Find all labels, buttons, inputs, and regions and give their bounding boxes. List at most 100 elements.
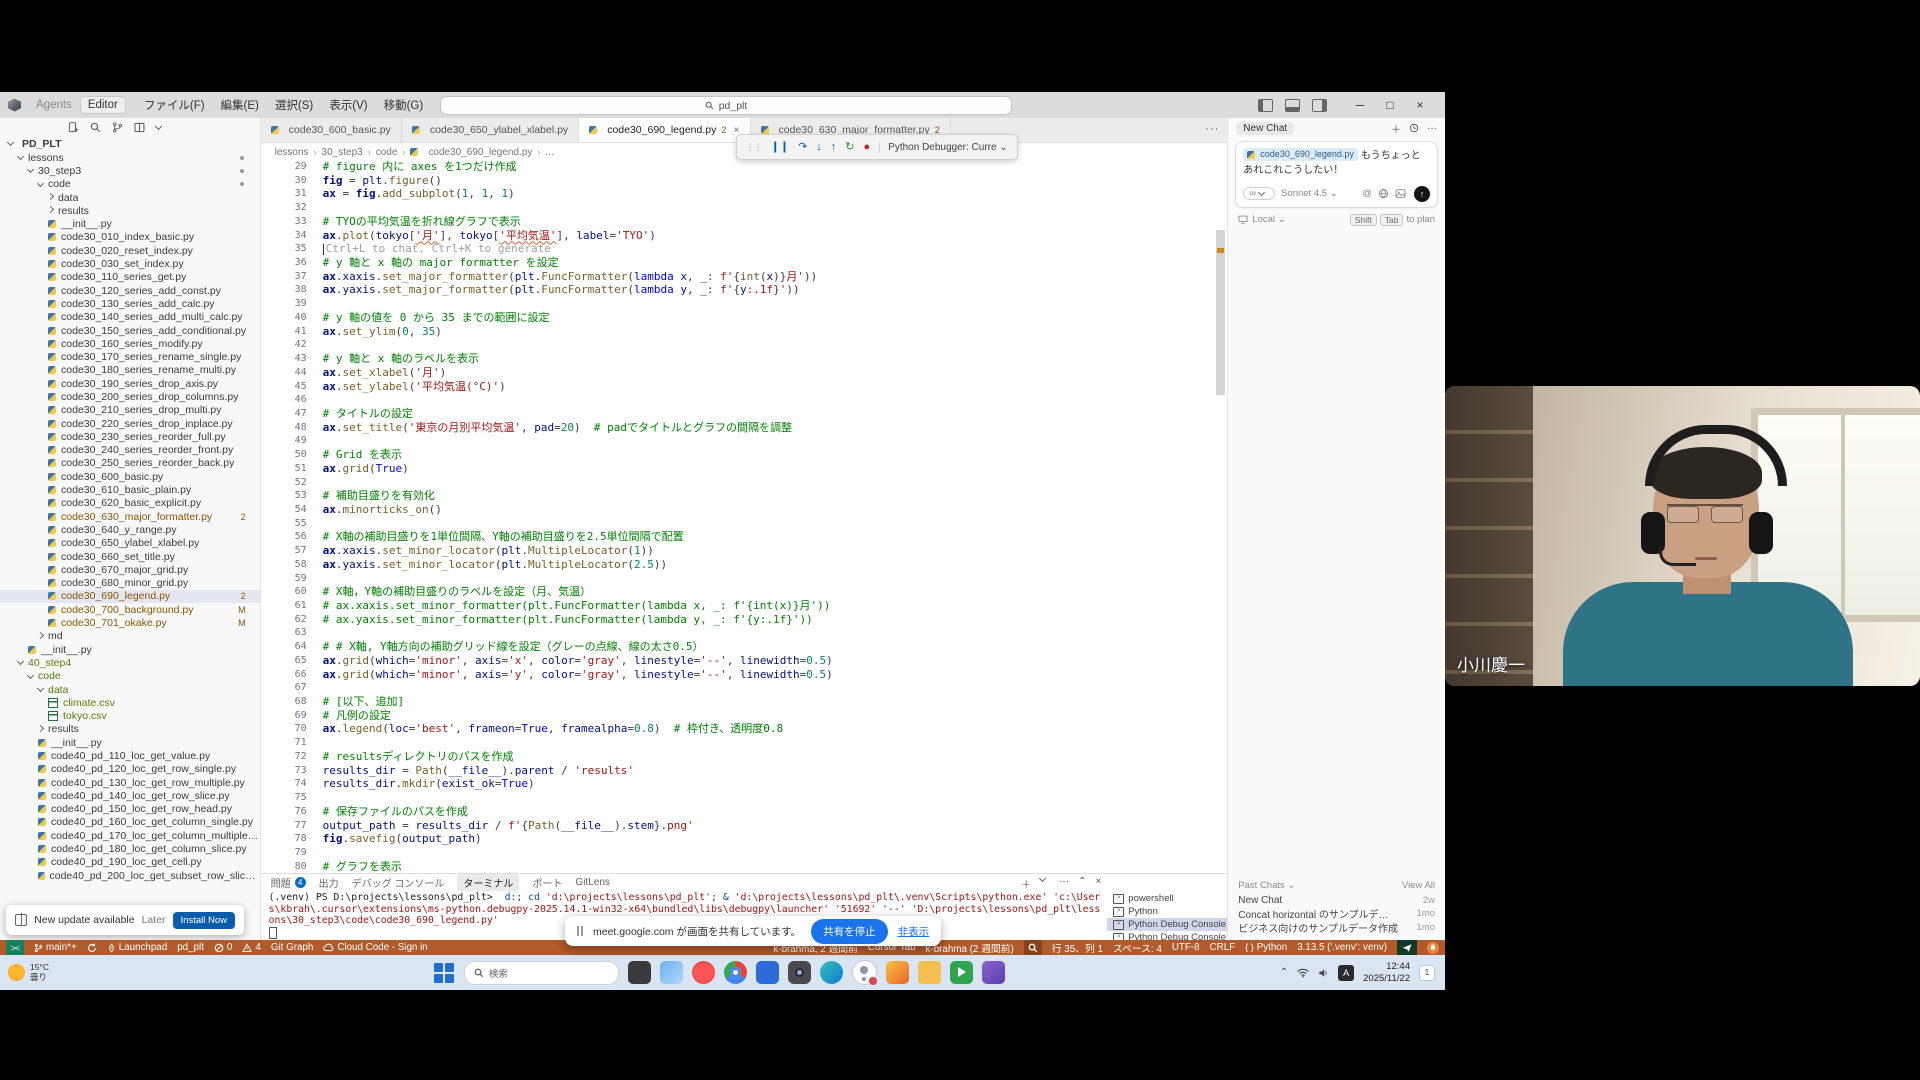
camera-icon[interactable] (788, 961, 811, 984)
menu-編集(E)[interactable]: 編集(E) (214, 95, 266, 115)
editor-tab[interactable]: code30_690_legend.py2× (579, 118, 750, 142)
taskbar-weather-widget[interactable]: 15°C曇り (0, 963, 158, 983)
code-line[interactable]: 56# X軸の補助目盛りを1単位間隔、Y軸の補助目盛りを2.5単位間隔で配置 (261, 530, 1228, 544)
tray-expand-icon[interactable]: ⌃ (1280, 967, 1288, 978)
explorer-item[interactable]: code30_120_series_add_const.py (0, 284, 260, 297)
explorer-item[interactable]: data (0, 683, 260, 696)
code-line[interactable]: 34ax.plot(tokyo['月'], tokyo['平均気温'], lab… (261, 229, 1228, 243)
explorer-item[interactable]: __init__.py (0, 643, 260, 656)
panel-tab-ターミナル[interactable]: ターミナル (457, 874, 519, 891)
agent-mode-dropdown[interactable]: ∞ (1243, 187, 1275, 200)
code-line[interactable]: 31ax = fig.add_subplot(1, 1, 1) (261, 187, 1228, 201)
braces-icon[interactable]: { }Python (1245, 942, 1287, 953)
code-line[interactable]: 70ax.legend(loc='best', frameon=True, fr… (261, 722, 1228, 736)
explorer-item[interactable]: code30_690_legend.py2 (0, 590, 260, 603)
code-line[interactable]: 42 (261, 338, 1228, 352)
panel-tab-出力[interactable]: 出力 (319, 875, 339, 890)
paint-icon[interactable] (886, 961, 909, 984)
drag-handle-icon[interactable]: ⋮⋮ (746, 142, 762, 153)
taskbar-search-input[interactable]: 検索 (464, 961, 619, 985)
explorer-item[interactable]: code (0, 178, 260, 191)
volume-icon[interactable] (1318, 968, 1329, 978)
scrollbar-thumb[interactable] (1216, 230, 1225, 395)
wifi-icon[interactable] (1297, 968, 1309, 978)
close-button[interactable]: × (1405, 98, 1435, 112)
code-line[interactable]: 63 (261, 626, 1228, 640)
explorer-item[interactable]: code30_600_basic.py (0, 470, 260, 483)
notification-count[interactable]: 1 (1419, 965, 1435, 981)
code-line[interactable]: 73results_dir = Path(__file__).parent / … (261, 764, 1228, 778)
panel-tab-問題[interactable]: 問題4 (271, 875, 306, 890)
ime-indicator[interactable]: A (1338, 965, 1354, 981)
toggle-panel-icon[interactable] (1285, 99, 1300, 112)
code-line[interactable]: 46 (261, 393, 1228, 407)
paper-plane-icon[interactable] (1397, 940, 1417, 955)
magnifier-icon[interactable] (1024, 940, 1042, 955)
explorer-item[interactable]: code30_650_ylabel_xlabel.py (0, 537, 260, 550)
app-dark-icon[interactable] (628, 961, 651, 984)
explorer-item[interactable]: code40_pd_150_loc_get_row_head.py (0, 803, 260, 816)
status-item[interactable]: 行 35、列 1 (1052, 941, 1103, 955)
search-icon[interactable] (90, 122, 101, 133)
status-item[interactable]: CRLF (1210, 942, 1236, 953)
bell-icon[interactable] (1427, 942, 1439, 954)
explorer-item[interactable]: code40_pd_160_loc_get_column_single.py (0, 816, 260, 829)
explorer-item[interactable]: code40_pd_170_loc_get_column_multiple.py (0, 829, 260, 842)
code-line[interactable]: 35Ctrl+L to chat, Ctrl+K to generate (261, 242, 1228, 256)
past-chat-item[interactable]: Concat horizontal のサンプルデータ相談1mo (1238, 907, 1435, 921)
code-line[interactable]: 76# 保存ファイルのパスを作成 (261, 805, 1228, 819)
pen-icon[interactable] (982, 961, 1005, 984)
tab-editor[interactable]: Editor (81, 97, 125, 113)
code-line[interactable]: 58ax.yaxis.set_minor_locator(plt.Multipl… (261, 558, 1228, 572)
edge-icon[interactable] (820, 961, 843, 984)
new-file-icon[interactable] (68, 122, 79, 133)
code-line[interactable]: 75 (261, 791, 1228, 805)
code-line[interactable]: 61# ax.xaxis.set_minor_formatter(plt.Fun… (261, 599, 1228, 613)
explorer-item[interactable]: code40_pd_130_loc_get_row_multiple.py (0, 776, 260, 789)
toggle-secondary-sidebar-icon[interactable] (1312, 99, 1327, 112)
explorer-item[interactable]: code30_630_major_formatter.py2 (0, 510, 260, 523)
code-line[interactable]: 43# y 軸と x 軸のラベルを表示 (261, 352, 1228, 366)
mention-icon[interactable]: @ (1362, 188, 1372, 199)
explorer-root[interactable]: PD_PLT (0, 136, 260, 151)
code-line[interactable]: 59 (261, 572, 1228, 586)
git-branch-icon[interactable]: main*+ (34, 942, 77, 953)
chevron-down-icon[interactable] (155, 122, 162, 129)
past-chat-item[interactable]: New Chat2w (1238, 894, 1435, 908)
restart-icon[interactable]: ↻ (845, 142, 854, 153)
explorer-item[interactable]: code30_200_series_drop_columns.py (0, 390, 260, 403)
cloud-icon[interactable]: Cloud Code - Sign in (323, 942, 427, 953)
explorer-item[interactable]: code30_030_set_index.py (0, 257, 260, 270)
code-line[interactable]: 32 (261, 201, 1228, 215)
opera-icon[interactable] (692, 961, 715, 984)
minimize-button[interactable]: ─ (1345, 98, 1375, 112)
explorer-item[interactable]: code40_pd_200_loc_get_subset_row_slice_c… (0, 869, 260, 882)
explorer-item[interactable]: code30_190_series_drop_axis.py (0, 377, 260, 390)
code-line[interactable]: 48ax.set_title('東京の月別平均気温', pad=20) # pa… (261, 421, 1228, 435)
view-all-link[interactable]: View All (1402, 880, 1435, 891)
local-dropdown[interactable]: Local ⌄ (1252, 214, 1285, 225)
code-line[interactable]: 68# [以下、追加] (261, 695, 1228, 709)
panel-tab-GitLens[interactable]: GitLens (575, 877, 609, 888)
step-over-icon[interactable]: ↷ (798, 142, 807, 153)
editor-tab[interactable]: code30_650_ylabel_xlabel.py (402, 118, 579, 142)
explorer-item[interactable]: code30_130_series_add_calc.py (0, 297, 260, 310)
more-actions-icon[interactable]: ··· (1427, 123, 1437, 134)
explorer-item[interactable]: code30_160_series_modify.py (0, 337, 260, 350)
code-line[interactable]: 33# TYOの平均気温を折れ線グラフで表示 (261, 215, 1228, 229)
stop-sharing-button[interactable]: 共有を停止 (811, 919, 888, 944)
code-line[interactable]: 67 (261, 681, 1228, 695)
hide-bar-link[interactable]: 非表示 (898, 924, 930, 939)
code-line[interactable]: 49 (261, 434, 1228, 448)
explorer-item[interactable]: code30_140_series_add_multi_calc.py (0, 311, 260, 324)
code-line[interactable]: 78fig.savefig(output_path) (261, 832, 1228, 846)
code-line[interactable]: 50# Grid を表示 (261, 448, 1228, 462)
explorer-item[interactable]: code30_180_series_rename_multi.py (0, 364, 260, 377)
send-button[interactable]: ↑ (1414, 186, 1430, 202)
chat-title-tab[interactable]: New Chat (1236, 122, 1294, 135)
step-into-icon[interactable]: ↓ (816, 142, 822, 153)
explorer-item[interactable]: md (0, 630, 260, 643)
attached-file-pill[interactable]: code30_690_legend.py (1243, 148, 1358, 161)
explorer-item[interactable]: code (0, 670, 260, 683)
start-button[interactable] (433, 962, 455, 984)
